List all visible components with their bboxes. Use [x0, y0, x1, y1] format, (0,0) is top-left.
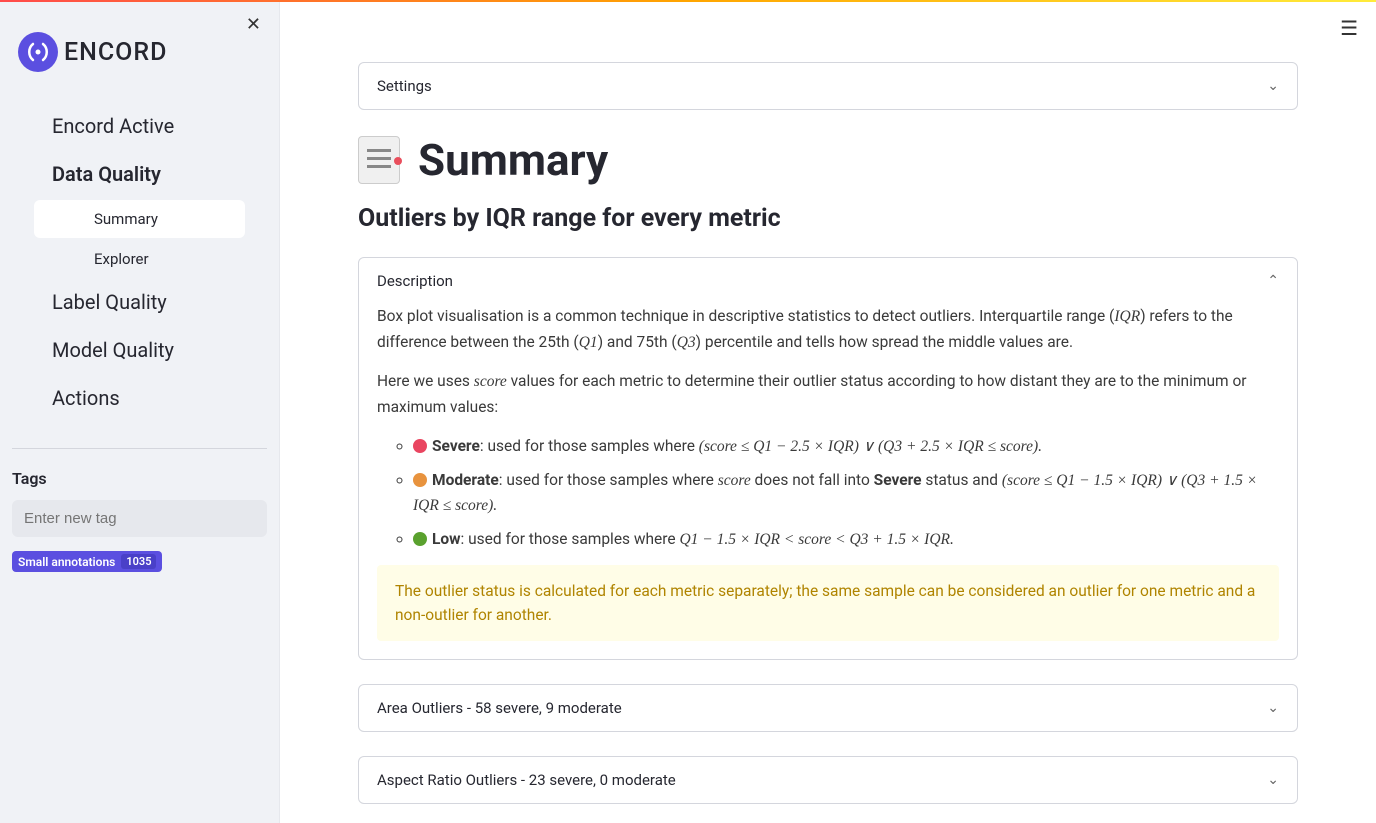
- description-label: Description: [377, 272, 453, 290]
- close-sidebar-button[interactable]: ✕: [246, 14, 261, 35]
- low-dot-icon: [413, 532, 427, 546]
- description-header[interactable]: Description ⌃: [359, 258, 1297, 304]
- nav-encord-active[interactable]: Encord Active: [18, 104, 261, 148]
- sidebar: ✕ ENCORD Encord Active Data Quality Summ…: [0, 2, 280, 823]
- menu-button[interactable]: ☰: [1340, 16, 1358, 41]
- nav-model-quality[interactable]: Model Quality: [18, 328, 261, 372]
- moderate-dot-icon: [413, 473, 427, 487]
- logo-icon: [18, 32, 58, 72]
- nav-label-quality[interactable]: Label Quality: [18, 280, 261, 324]
- page-title-row: Summary: [358, 134, 1298, 186]
- nav-data-quality[interactable]: Data Quality: [18, 152, 261, 196]
- tags-input[interactable]: [12, 500, 267, 537]
- nav-summary[interactable]: Summary: [34, 200, 245, 238]
- area-outliers-label: Area Outliers - 58 severe, 9 moderate: [377, 699, 622, 717]
- severe-item: Severe: used for those samples where (sc…: [413, 434, 1279, 460]
- description-body: Box plot visualisation is a common techn…: [359, 304, 1297, 659]
- aspect-ratio-outliers-label: Aspect Ratio Outliers - 23 severe, 0 mod…: [377, 771, 676, 789]
- tag-chip[interactable]: Small annotations 1035: [12, 551, 162, 572]
- settings-label: Settings: [377, 77, 432, 95]
- main-content: ☰ Settings ⌄ Summary Outliers by IQR ran…: [280, 2, 1376, 823]
- low-item: Low: used for those samples where Q1 − 1…: [413, 527, 1279, 553]
- nav-explorer[interactable]: Explorer: [34, 240, 245, 278]
- moderate-item: Moderate: used for those samples where s…: [413, 468, 1279, 519]
- summary-icon: [358, 136, 400, 184]
- page-title: Summary: [418, 134, 608, 186]
- chevron-up-icon: ⌃: [1267, 273, 1279, 289]
- area-outliers-panel[interactable]: Area Outliers - 58 severe, 9 moderate ⌄: [358, 684, 1298, 732]
- brand-logo: ENCORD: [18, 32, 261, 72]
- chevron-down-icon: ⌄: [1267, 700, 1279, 716]
- aspect-ratio-outliers-panel[interactable]: Aspect Ratio Outliers - 23 severe, 0 mod…: [358, 756, 1298, 804]
- chevron-down-icon: ⌄: [1267, 772, 1279, 788]
- sidebar-nav: Encord Active Data Quality Summary Explo…: [18, 104, 261, 420]
- tag-label: Small annotations: [18, 555, 115, 569]
- description-panel: Description ⌃ Box plot visualisation is …: [358, 257, 1298, 660]
- settings-panel[interactable]: Settings ⌄: [358, 62, 1298, 110]
- severe-dot-icon: [413, 439, 427, 453]
- brand-name: ENCORD: [64, 38, 167, 67]
- tags-heading: Tags: [12, 469, 267, 488]
- description-note: The outlier status is calculated for eac…: [377, 565, 1279, 641]
- chevron-down-icon: ⌄: [1267, 78, 1279, 94]
- nav-actions[interactable]: Actions: [18, 376, 261, 420]
- divider: [12, 448, 267, 449]
- page-subtitle: Outliers by IQR range for every metric: [358, 204, 1298, 233]
- tag-count: 1035: [121, 554, 156, 569]
